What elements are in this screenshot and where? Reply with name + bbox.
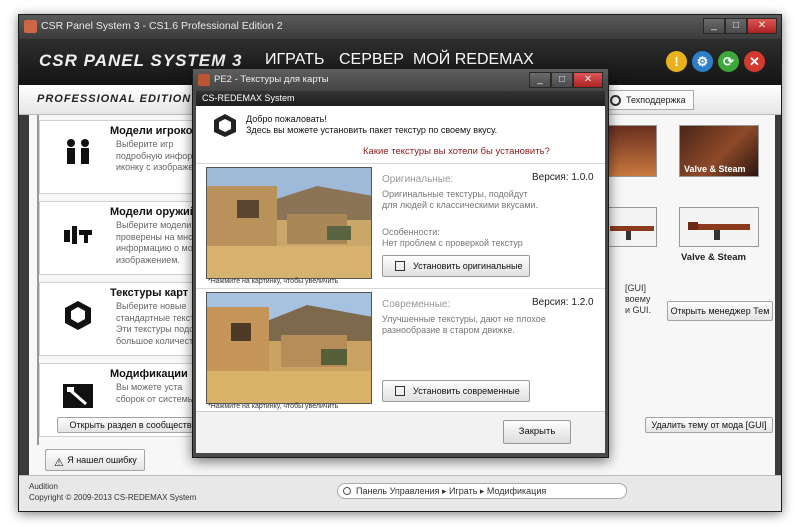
nav-my-redemax[interactable]: МОЙ REDEMAX [413,51,534,69]
map-scene [207,293,371,403]
warning-icon: ⚠ [54,457,64,469]
rifle-icon [610,226,654,240]
textures-dialog: PE2 - Текстуры для карты _ □ ✕ CS-REDEMA… [192,68,609,458]
preview-caption: *Нажмите на картинку, чтобы увеличить [208,403,339,410]
install-modern-label: Установить современные [413,386,520,396]
dialog-title: PE2 - Текстуры для карты [214,74,329,85]
dialog-minimize-button[interactable]: _ [529,72,551,88]
option-original: *Нажмите на картинку, чтобы увеличить Ор… [196,163,605,289]
install-icon [395,386,405,396]
window-titlebar[interactable]: CSR Panel System 3 - CS1.6 Professional … [19,15,781,39]
option-features: Особенности: Нет проблем с проверкой тек… [382,227,523,248]
question-text: Какие текстуры вы хотели бы установить? [363,146,550,157]
install-icon [395,261,405,271]
card-title: Модификации [110,368,188,380]
thumb-label: Valve & Steam [681,252,746,263]
audition-label: Audition [29,482,58,491]
breadcrumb-text: Панель Управления ▸ Играть ▸ Модификация [356,486,547,496]
exit-icon[interactable]: ✕ [743,50,766,73]
copyright: Copyright © 2009-2013 CS-REDEMAX System [29,493,197,502]
map-scene [207,168,371,278]
original-preview-image[interactable] [206,167,372,279]
card-title: Модели игроков [110,125,200,137]
support-button[interactable]: Техподдержка [605,90,694,110]
install-original-button[interactable]: Установить оригинальные [382,255,530,277]
open-community-section-button[interactable]: Открыть раздел в сообществе [57,417,209,433]
modern-preview-image[interactable] [206,292,372,404]
install-original-label: Установить оригинальные [413,261,523,271]
dialog-close-icon[interactable]: ✕ [573,72,603,88]
nav-server[interactable]: СЕРВЕР [339,51,404,69]
player-thumb-1[interactable] [607,125,657,177]
dialog-maximize-button[interactable]: □ [551,72,573,88]
package-icon [214,114,236,137]
preview-caption: *Нажмите на картинку, чтобы увеличить [208,278,339,285]
option-title: Современные: [382,299,451,310]
textures-icon [65,301,91,330]
search-icon [343,487,351,495]
minimize-button[interactable]: _ [703,18,725,34]
breadcrumb[interactable]: Панель Управления ▸ Играть ▸ Модификация [337,483,627,499]
window-title: CSR Panel System 3 - CS1.6 Professional … [41,20,283,32]
delete-theme-button[interactable]: Удалить тему от мода [GUI] [645,417,773,433]
maximize-button[interactable]: □ [725,18,747,34]
weapon-thumb-1[interactable] [607,207,657,247]
option-modern: *Нажмите на картинку, чтобы увеличить Со… [196,288,605,414]
nav-play[interactable]: ИГРАТЬ [265,51,324,69]
card-title: Текстуры карт [110,287,189,299]
option-version: Версия: 1.0.0 [532,172,594,183]
player-thumb-2[interactable]: Valve & Steam [679,125,759,177]
status-bar: Audition Copyright © 2009-2013 CS-REDEMA… [19,475,781,511]
rifle-icon [688,222,750,240]
refresh-icon[interactable]: ⟳ [717,50,740,73]
found-bug-button[interactable]: ⚠ Я нашел ошибку [45,449,145,471]
edition-label: PROFESSIONAL EDITION [37,93,192,105]
alert-icon[interactable]: ! [665,50,688,73]
found-bug-label: Я нашел ошибку [67,455,137,465]
option-title: Оригинальные: [382,174,454,185]
dialog-footer: Закрыть [196,411,605,453]
option-desc: Улучшенные текстуры, дают не плохое разн… [382,314,546,335]
weapon-thumb-2[interactable] [679,207,759,247]
thumb-label: Valve & Steam [684,164,746,174]
install-modern-button[interactable]: Установить современные [382,380,530,402]
option-version: Версия: 1.2.0 [532,297,594,308]
dialog-header: CS-REDEMAX System [196,91,605,106]
players-icon [67,139,89,164]
settings-icon[interactable]: ⚙ [691,50,714,73]
theme-manager-button[interactable]: Открыть менеджер Тем [667,301,773,321]
card-title: Модели оружий [110,206,197,218]
weapons-icon [64,226,92,244]
gui-text: [GUI] воему и GUI. [625,283,652,315]
dialog-body: Добро пожаловать! Здесь вы можете устано… [196,106,605,411]
close-window-button[interactable]: ✕ [747,18,777,34]
dialog-app-icon [198,74,210,86]
option-desc: Оригинальные текстуры, подойдут для люде… [382,189,539,210]
app-icon [24,20,37,33]
tools-icon [63,384,93,408]
close-dialog-button[interactable]: Закрыть [503,420,571,444]
headset-icon [610,95,621,106]
welcome-text: Добро пожаловать! Здесь вы можете устано… [246,114,498,135]
support-label: Техподдержка [626,95,686,105]
dialog-titlebar[interactable]: PE2 - Текстуры для карты _ □ ✕ [193,69,608,91]
